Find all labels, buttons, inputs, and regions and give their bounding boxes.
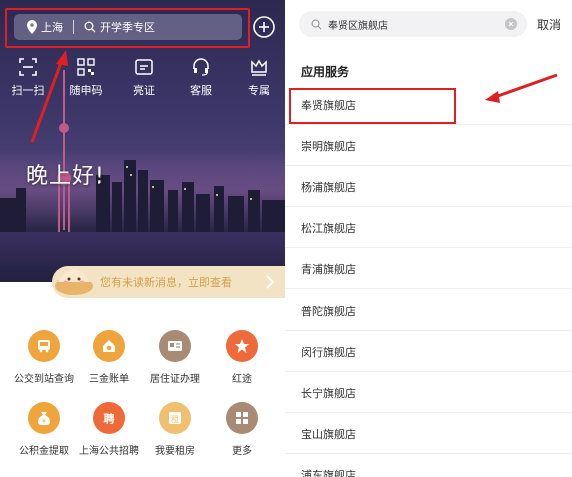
- result-item[interactable]: 宝山旗舰店: [285, 413, 572, 454]
- annotation-highlight-box: [289, 88, 456, 124]
- cancel-button[interactable]: 取消: [537, 16, 561, 33]
- rent-icon: 租: [159, 402, 191, 434]
- service-public-recruitment[interactable]: 聘 上海公共招聘: [74, 402, 144, 457]
- unread-message-text: 您有未读新消息，立即查看: [100, 276, 232, 289]
- quick-action-scan[interactable]: 扫一扫: [3, 58, 53, 98]
- service-housing-fund[interactable]: ¥ 公积金提取: [9, 402, 79, 457]
- chevron-right-icon: [266, 275, 274, 289]
- quick-action-service[interactable]: 客服: [176, 58, 226, 98]
- quick-action-qrcode[interactable]: 随申码: [61, 58, 111, 98]
- annotation-highlight-box: [5, 8, 250, 48]
- recruit-icon: 聘: [93, 402, 125, 434]
- quick-action-exclusive[interactable]: 专属: [234, 58, 284, 98]
- result-item[interactable]: 松江旗舰店: [285, 207, 572, 248]
- home-screen: 上海 开学季专区 扫一扫 随申码 亮证 客服 专属 晚上好! 您有未读新消息，立…: [0, 0, 285, 477]
- svg-text:聘: 聘: [104, 412, 115, 426]
- svg-text:¥: ¥: [42, 418, 46, 425]
- card-icon: [159, 330, 191, 362]
- section-title: 应用服务: [301, 65, 350, 79]
- hero-banner: 上海 开学季专区 扫一扫 随申码 亮证 客服 专属 晚上好!: [0, 0, 285, 282]
- quick-action-show-id[interactable]: 亮证: [119, 58, 169, 98]
- headset-icon: [193, 58, 209, 76]
- house-coin-icon: [93, 330, 125, 362]
- result-item[interactable]: 崇明旗舰店: [285, 125, 572, 166]
- more-grid-icon: [226, 402, 258, 434]
- service-rent-house[interactable]: 租 我要租房: [140, 402, 210, 457]
- money-bag-icon: ¥: [28, 402, 60, 434]
- id-card-icon: [135, 59, 153, 75]
- clear-search-button[interactable]: [505, 18, 517, 30]
- result-item[interactable]: 浦东旗舰店: [285, 454, 572, 477]
- mascot-bun-icon: [55, 269, 93, 295]
- result-item[interactable]: 青浦旗舰店: [285, 248, 572, 289]
- bus-icon: [28, 330, 60, 362]
- crown-icon: [251, 59, 267, 76]
- greeting-text: 晚上好!: [26, 164, 105, 189]
- result-item[interactable]: 杨浦旗舰店: [285, 166, 572, 207]
- result-item[interactable]: 闵行旗舰店: [285, 331, 572, 372]
- qrcode-icon: [77, 58, 95, 76]
- service-bus-arrival[interactable]: 公交到站查询: [9, 330, 79, 385]
- result-item[interactable]: 长宁旗舰店: [285, 372, 572, 413]
- quick-actions: 扫一扫 随申码 亮证 客服 专属: [0, 58, 285, 108]
- service-residence-permit[interactable]: 居住证办理: [140, 330, 210, 385]
- search-input-value: 奉贤区旗舰店: [328, 20, 388, 32]
- scan-icon: [19, 58, 37, 76]
- add-plus-button[interactable]: [252, 15, 276, 39]
- service-more[interactable]: 更多: [207, 402, 277, 457]
- service-three-funds[interactable]: 三金账单: [74, 330, 144, 385]
- search-input[interactable]: 奉贤区旗舰店: [299, 11, 527, 37]
- service-red-route[interactable]: 红途: [207, 330, 277, 385]
- search-icon: [311, 19, 322, 29]
- result-item[interactable]: 普陀旗舰店: [285, 290, 572, 331]
- star-icon: [226, 330, 258, 362]
- svg-text:租: 租: [171, 415, 179, 424]
- search-results-screen: 奉贤区旗舰店 取消 应用服务 奉贤旗舰店 崇明旗舰店 杨浦旗舰店 松江旗舰店 青…: [285, 0, 572, 477]
